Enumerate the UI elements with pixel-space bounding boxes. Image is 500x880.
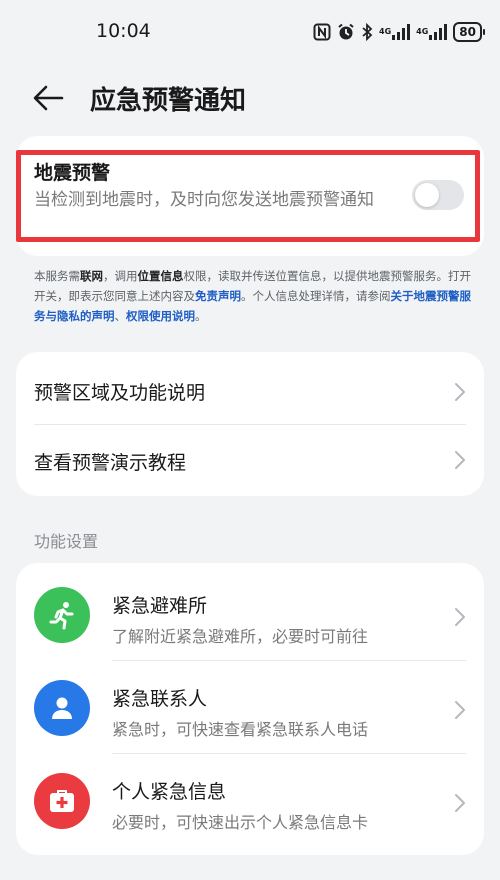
header: 应急预警通知: [0, 64, 500, 132]
func-item-title: 紧急避难所: [112, 595, 208, 617]
function-settings-card: 紧急避难所 了解附近紧急避难所，必要时可前往 紧急联系人 紧急时，可快速查看紧急…: [16, 563, 484, 855]
back-button[interactable]: [30, 82, 66, 114]
func-item-emergency-shelter[interactable]: 紧急避难所 了解附近紧急避难所，必要时可前往: [16, 567, 484, 663]
bluetooth-icon: [361, 23, 373, 41]
func-item-description: 紧急时，可快速查看紧急联系人电话: [112, 720, 369, 739]
menu-item-warning-area[interactable]: 预警区域及功能说明: [16, 354, 484, 426]
chevron-right-icon: [455, 794, 465, 812]
page-title: 应急预警通知: [90, 86, 247, 116]
notice-text: ，调用: [103, 269, 138, 283]
disclaimer-link[interactable]: 免责声明: [195, 289, 241, 303]
status-time: 10:04: [96, 20, 151, 42]
func-item-title: 个人紧急信息: [112, 781, 227, 803]
alarm-icon: [337, 23, 355, 41]
status-icons: 4G 4G 80: [313, 20, 485, 44]
menu-card: 预警区域及功能说明 查看预警演示教程: [16, 352, 484, 496]
earthquake-warning-description: 当检测到地震时，及时向您发送地震预警通知: [34, 190, 374, 210]
toggle-knob: [415, 183, 439, 207]
func-item-emergency-contacts[interactable]: 紧急联系人 紧急时，可快速查看紧急联系人电话: [16, 660, 484, 756]
menu-item-label: 预警区域及功能说明: [34, 382, 206, 404]
earthquake-warning-title: 地震预警: [34, 162, 111, 184]
back-arrow-icon: [33, 85, 64, 111]
func-item-description: 必要时，可快速出示个人紧急信息卡: [112, 813, 369, 832]
chevron-right-icon: [455, 451, 465, 469]
func-item-title: 紧急联系人: [112, 688, 208, 710]
earthquake-warning-toggle[interactable]: [412, 180, 464, 210]
running-person-icon: [34, 587, 90, 643]
notice-text: 。个人信息处理详情，请参阅: [241, 289, 391, 303]
notice-bold-network: 联网: [80, 269, 103, 283]
nfc-icon: [313, 23, 331, 41]
section-label-function-settings: 功能设置: [34, 532, 99, 551]
status-bar: 10:04 4G 4G 80: [0, 0, 500, 64]
notice-text: 。: [195, 309, 207, 323]
func-item-description: 了解附近紧急避难所，必要时可前往: [112, 627, 369, 646]
earthquake-warning-card: 地震预警 当检测到地震时，及时向您发送地震预警通知: [16, 136, 484, 256]
notice-bold-location: 位置信息: [137, 269, 184, 283]
service-notice: 本服务需联网，调用位置信息权限，读取并传送位置信息，以提供地震预警服务。打开开关…: [34, 266, 474, 326]
menu-item-demo-tutorial[interactable]: 查看预警演示教程: [16, 424, 484, 496]
notice-text: 本服务需: [34, 269, 80, 283]
permission-usage-link[interactable]: 权限使用说明: [126, 309, 195, 323]
signal-icon: 4G: [416, 24, 448, 40]
chevron-right-icon: [455, 383, 465, 401]
notice-text: 、: [114, 309, 127, 323]
signal-icon: 4G: [379, 24, 411, 40]
chevron-right-icon: [455, 608, 465, 626]
medical-card-icon: [34, 773, 90, 829]
chevron-right-icon: [455, 701, 465, 719]
func-item-personal-emergency-info[interactable]: 个人紧急信息 必要时，可快速出示个人紧急信息卡: [16, 753, 484, 849]
person-icon: [34, 680, 90, 736]
battery-icon: 80: [453, 22, 485, 42]
menu-item-label: 查看预警演示教程: [34, 452, 187, 474]
